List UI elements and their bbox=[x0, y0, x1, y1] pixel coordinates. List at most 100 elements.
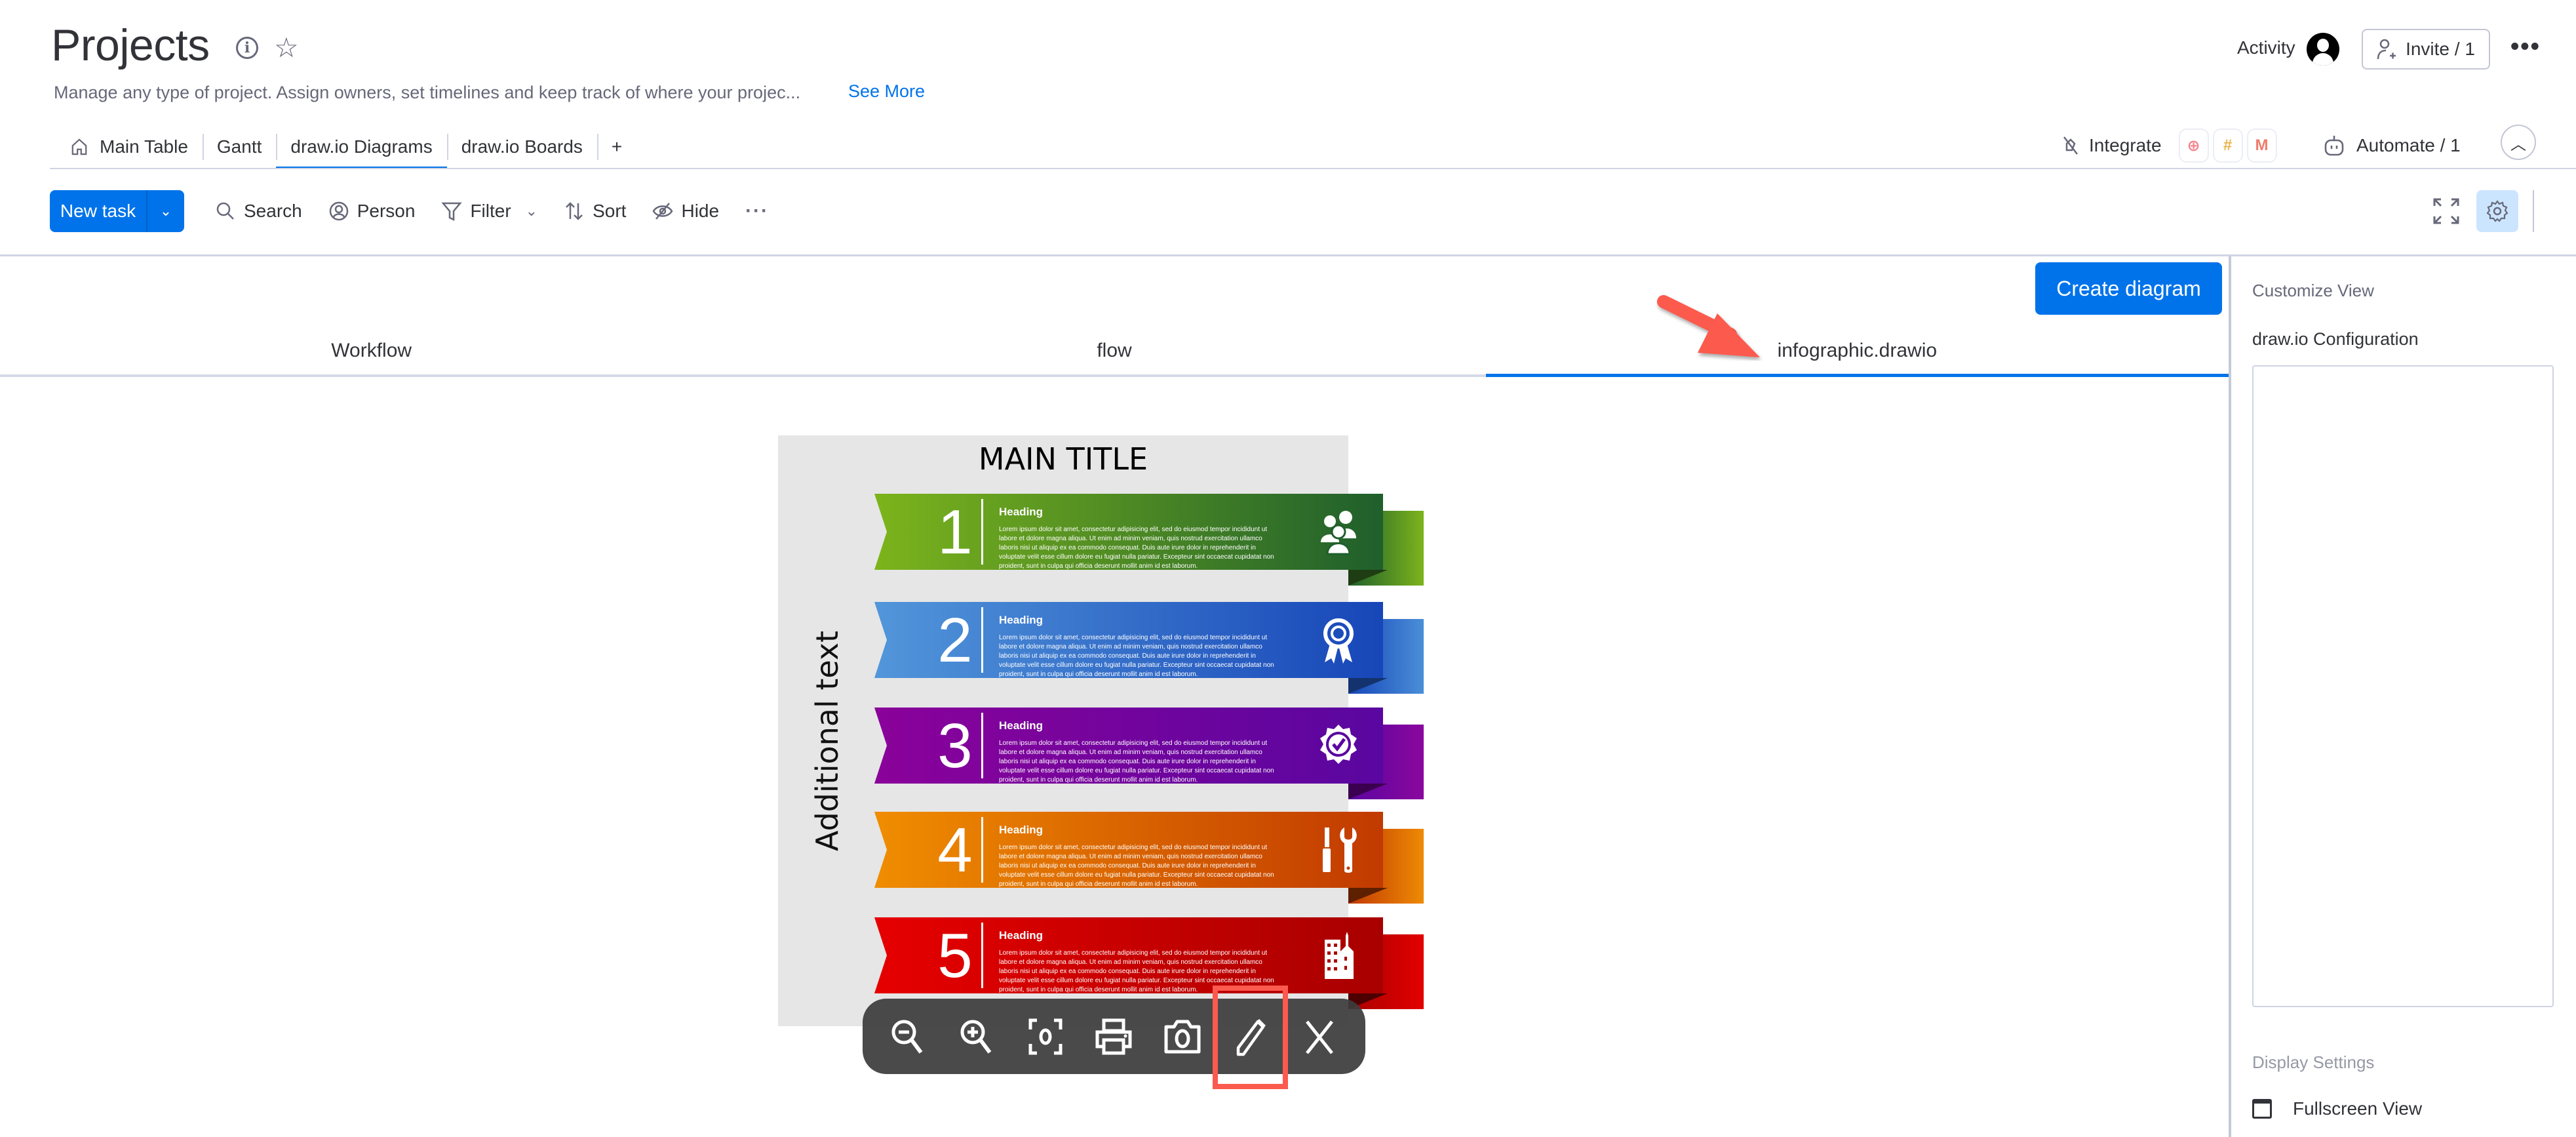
activity-button[interactable]: Activity bbox=[2237, 37, 2295, 58]
hide-button[interactable]: Hide bbox=[652, 190, 731, 232]
chevron-up-icon: ︿ bbox=[2510, 135, 2526, 153]
person-icon bbox=[329, 201, 348, 221]
fit-view-icon bbox=[1028, 1018, 1063, 1054]
search-icon bbox=[216, 202, 234, 220]
integrate-label: Integrate bbox=[2089, 135, 2162, 155]
fit-view-button[interactable] bbox=[1019, 1010, 1072, 1063]
expand-icon[interactable] bbox=[2432, 197, 2461, 226]
item-heading: Heading bbox=[999, 614, 1044, 626]
item-divider bbox=[981, 607, 983, 673]
add-person-icon bbox=[2377, 39, 2396, 60]
robot-icon bbox=[2324, 136, 2344, 156]
sort-button[interactable]: Sort bbox=[564, 190, 638, 232]
tab-drawio-diagrams[interactable]: draw.io Diagrams bbox=[276, 126, 448, 169]
panel-title: Customize View bbox=[2252, 281, 2374, 300]
home-icon bbox=[71, 138, 87, 155]
person-label: Person bbox=[357, 201, 416, 221]
new-task-button[interactable]: New task ⌄ bbox=[50, 190, 184, 232]
award-ribbon-icon bbox=[1316, 615, 1361, 665]
print-button[interactable] bbox=[1087, 1010, 1140, 1063]
tab-main-table[interactable]: Main Table bbox=[56, 126, 203, 168]
add-view-button[interactable]: + bbox=[596, 126, 636, 168]
item-divider bbox=[981, 499, 983, 565]
item-heading: Heading bbox=[999, 824, 1044, 836]
gmail-logo-icon: M bbox=[2246, 129, 2277, 163]
ribbon-fold-shadow bbox=[1348, 784, 1388, 799]
view-settings-button[interactable] bbox=[2476, 190, 2518, 232]
item-number: 1 bbox=[937, 497, 973, 567]
plus-icon: + bbox=[611, 136, 623, 157]
filter-button[interactable]: Filter ⌄ bbox=[441, 190, 549, 232]
item-heading: Heading bbox=[999, 506, 1044, 518]
fullscreen-view-option[interactable]: Fullscreen View bbox=[2252, 1098, 2422, 1119]
building-icon bbox=[1316, 930, 1361, 980]
tab-drawio-boards[interactable]: draw.io Boards bbox=[446, 126, 597, 168]
diagram-tabs: Workflow flow infographic.drawio bbox=[0, 325, 2229, 377]
diagram-tab-label: flow bbox=[1097, 340, 1132, 361]
people-icon bbox=[1316, 507, 1361, 557]
hide-label: Hide bbox=[681, 201, 720, 221]
plug-icon bbox=[2063, 136, 2078, 155]
create-diagram-button[interactable]: Create diagram bbox=[2035, 262, 2222, 315]
sort-label: Sort bbox=[593, 201, 627, 221]
infographic-item: 4 Heading Lorem ipsum dolor sit amet, cons… bbox=[778, 812, 1424, 904]
item-heading: Heading bbox=[999, 929, 1044, 942]
board-view-tabs: Main Table Gantt draw.io Diagrams draw.i… bbox=[56, 126, 636, 169]
camera-icon bbox=[1164, 1020, 1201, 1053]
board-description: Manage any type of project. Assign owner… bbox=[54, 83, 801, 102]
chevron-down-icon[interactable]: ⌄ bbox=[526, 203, 537, 220]
item-divider bbox=[981, 817, 983, 883]
toolbar-more-button[interactable]: ··· bbox=[745, 190, 781, 232]
gear-icon bbox=[2486, 200, 2508, 222]
person-filter-button[interactable]: Person bbox=[328, 190, 427, 232]
star-icon[interactable]: ☆ bbox=[274, 31, 299, 64]
infographic-item: 1 Heading Lorem ipsum dolor sit amet, cons… bbox=[778, 494, 1424, 586]
print-icon bbox=[1095, 1018, 1132, 1054]
item-number: 5 bbox=[937, 921, 973, 991]
more-horizontal-icon[interactable]: ••• bbox=[2510, 33, 2541, 61]
info-icon[interactable]: i bbox=[236, 37, 258, 59]
diagram-tab-flow[interactable]: flow bbox=[743, 325, 1486, 377]
tab-label: draw.io Diagrams bbox=[290, 136, 433, 157]
close-viewer-button[interactable] bbox=[1293, 1010, 1346, 1063]
close-icon bbox=[1305, 1020, 1333, 1054]
zoom-in-button[interactable] bbox=[951, 1010, 1004, 1063]
screenshot-button[interactable] bbox=[1156, 1010, 1209, 1063]
diagram-tab-workflow[interactable]: Workflow bbox=[0, 325, 743, 377]
search-button[interactable]: Search bbox=[215, 190, 314, 232]
item-number: 3 bbox=[937, 711, 973, 781]
avatar-icon[interactable] bbox=[2307, 33, 2339, 66]
item-heading: Heading bbox=[999, 719, 1044, 732]
item-divider bbox=[981, 923, 983, 988]
collapse-header-button[interactable]: ︿ bbox=[2501, 125, 2536, 160]
automate-button[interactable]: Automate / 1 bbox=[2324, 126, 2461, 165]
invite-label: Invite / 1 bbox=[2406, 39, 2475, 59]
tabs-divider bbox=[50, 168, 2576, 169]
slack-logo-icon: # bbox=[2212, 129, 2243, 163]
integrate-button[interactable]: Integrate ⊕ # M bbox=[2060, 126, 2277, 165]
toolbar-separator bbox=[2533, 190, 2534, 232]
fullscreen-checkbox[interactable] bbox=[2252, 1099, 2272, 1119]
annotation-highlight-box bbox=[1213, 986, 1288, 1089]
diagram-viewer-toolbar bbox=[863, 999, 1365, 1074]
automate-label: Automate / 1 bbox=[2356, 135, 2461, 155]
config-label: draw.io Configuration bbox=[2252, 329, 2419, 349]
chevron-down-icon[interactable]: ⌄ bbox=[147, 190, 184, 232]
see-more-link[interactable]: See More bbox=[848, 81, 925, 102]
tab-label: Gantt bbox=[216, 136, 262, 157]
tab-label: Main Table bbox=[100, 136, 188, 157]
filter-icon bbox=[441, 202, 463, 222]
fullscreen-label: Fullscreen View bbox=[2293, 1098, 2423, 1119]
item-body-text: Lorem ipsum dolor sit amet, consectetur … bbox=[999, 634, 1274, 678]
tab-gantt[interactable]: Gantt bbox=[202, 126, 276, 168]
zoom-out-button[interactable] bbox=[882, 1010, 935, 1063]
item-body-text: Lorem ipsum dolor sit amet, consectetur … bbox=[999, 740, 1274, 784]
diagram-tab-label: Workflow bbox=[331, 340, 412, 361]
zoom-in-icon bbox=[960, 1020, 992, 1054]
twilio-logo-icon: ⊕ bbox=[2178, 129, 2209, 163]
new-task-label: New task bbox=[50, 190, 147, 232]
drawio-config-textarea[interactable] bbox=[2252, 365, 2554, 1007]
tools-icon bbox=[1316, 825, 1361, 875]
invite-button[interactable]: Invite / 1 bbox=[2362, 29, 2490, 70]
diagram-tab-infographic[interactable]: infographic.drawio bbox=[1485, 325, 2229, 377]
